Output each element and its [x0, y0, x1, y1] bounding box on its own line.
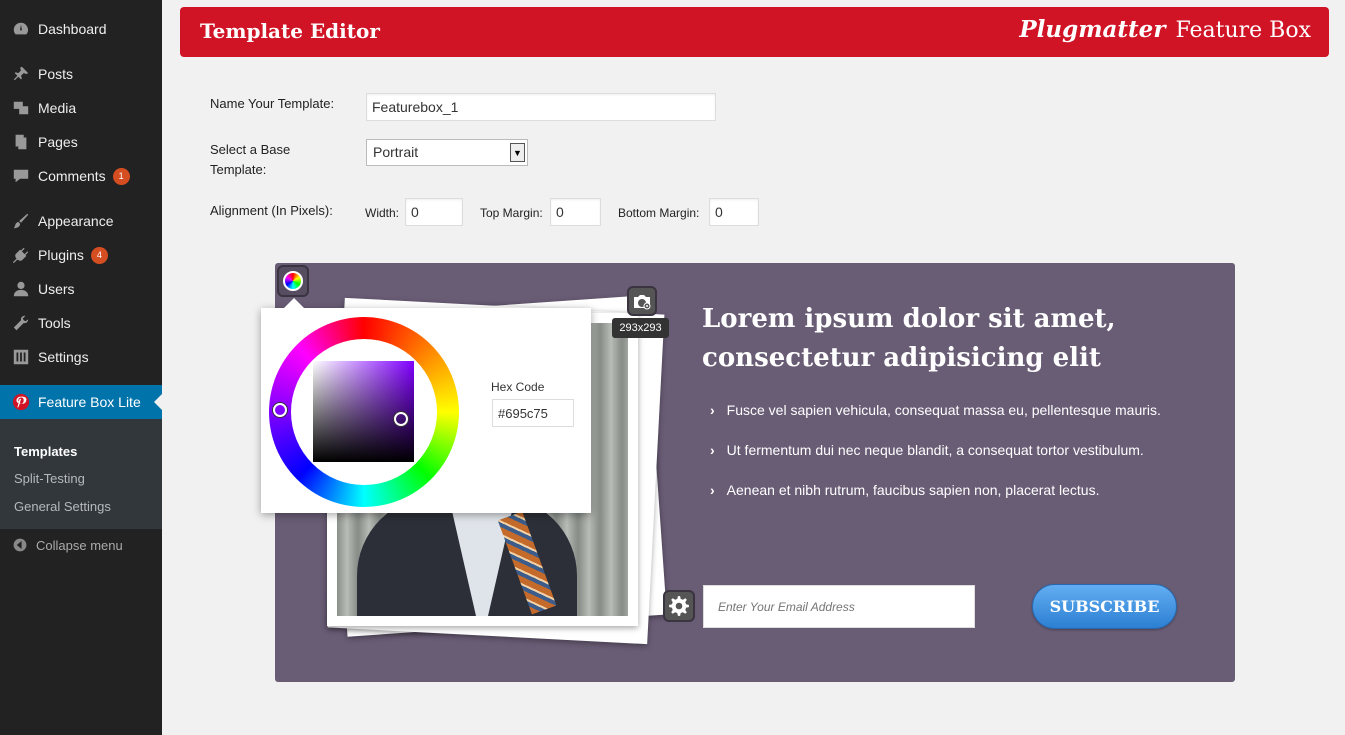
brand-name: Plugmatter: [1019, 16, 1166, 43]
page-title: Template Editor: [200, 19, 380, 43]
sidebar-item-label: Media: [38, 100, 77, 116]
gear-icon: [669, 596, 689, 616]
color-wheel-icon: [283, 271, 303, 291]
pin-icon: [12, 65, 30, 83]
sidebar-item-comments[interactable]: Comments 1: [0, 159, 162, 193]
top-margin-label: Top Margin:: [480, 206, 543, 220]
bullet-text: Aenean et nibh rutrum, faucibus sapien n…: [726, 482, 1100, 498]
bullet-item[interactable]: › Aenean et nibh rutrum, faucibus sapien…: [710, 482, 1099, 498]
sidebar-item-plugins[interactable]: Plugins 4: [0, 238, 162, 272]
sidebar-item-label: Posts: [38, 66, 74, 82]
chevron-right-icon: ›: [710, 442, 715, 458]
current-page-arrow: [154, 394, 162, 410]
email-input[interactable]: [703, 585, 975, 628]
comment-icon: [12, 167, 30, 185]
sidebar-item-label: Feature Box Lite: [38, 394, 141, 410]
submenu-item-general-settings[interactable]: General Settings: [14, 499, 111, 514]
sidebar-item-label: Tools: [38, 315, 71, 331]
sidebar-item-label: Settings: [38, 349, 89, 365]
hue-handle[interactable]: [273, 403, 287, 417]
subscribe-button[interactable]: SUBSCRIBE: [1032, 584, 1177, 629]
sidebar-item-settings[interactable]: Settings: [0, 340, 162, 374]
top-margin-input[interactable]: [550, 198, 601, 226]
admin-sidebar: Dashboard Posts Media Pages Comments 1 A…: [0, 0, 162, 735]
wrench-icon: [12, 314, 30, 332]
submenu-item-templates[interactable]: Templates: [14, 444, 77, 459]
sliders-icon: [12, 348, 30, 366]
camera-icon: [634, 295, 651, 310]
brush-icon: [12, 212, 30, 230]
collapse-menu-label: Collapse menu: [36, 537, 123, 553]
headline-line-2: consectetur adipisicing elit: [702, 343, 1101, 373]
chevron-right-icon: ›: [710, 482, 715, 498]
template-name-label: Name Your Template:: [210, 96, 335, 111]
sidebar-item-pages[interactable]: Pages: [0, 125, 162, 159]
bottom-margin-input[interactable]: [709, 198, 759, 226]
sidebar-item-media[interactable]: Media: [0, 91, 162, 125]
sidebar-item-label: Comments: [38, 168, 106, 184]
comments-count-badge: 1: [112, 167, 130, 185]
plugins-count-badge: 4: [90, 246, 108, 264]
media-icon: [12, 99, 30, 117]
feature-headline[interactable]: Lorem ipsum dolor sit amet, consectetur …: [702, 300, 1202, 378]
width-input[interactable]: [405, 198, 463, 226]
width-label: Width:: [365, 206, 400, 220]
bullet-item[interactable]: › Fusce vel sapien vehicula, consequat m…: [710, 402, 1161, 418]
background-color-button[interactable]: [277, 265, 309, 297]
bottom-margin-label: Bottom Margin:: [618, 206, 700, 220]
brand-product: Feature Box: [1175, 18, 1311, 43]
user-icon: [12, 280, 30, 298]
bullet-item[interactable]: › Ut fermentum dui nec neque blandit, a …: [710, 442, 1144, 458]
sidebar-item-tools[interactable]: Tools: [0, 306, 162, 340]
base-template-label-line2: Template:: [210, 162, 267, 177]
dashboard-icon: [12, 20, 30, 38]
pinterest-icon: [12, 393, 30, 411]
chevron-right-icon: ›: [710, 402, 715, 418]
submenu-item-split-testing[interactable]: Split-Testing: [14, 471, 85, 486]
collapse-menu-button[interactable]: Collapse menu: [12, 537, 123, 553]
sidebar-item-label: Pages: [38, 134, 78, 150]
sidebar-item-appearance[interactable]: Appearance: [0, 204, 162, 238]
hex-code-label: Hex Code: [491, 380, 545, 394]
sidebar-item-label: Plugins: [38, 247, 84, 263]
pages-icon: [12, 133, 30, 151]
collapse-arrow-icon: [13, 538, 27, 552]
template-editor-header: Template Editor Plugmatter Feature Box: [180, 7, 1329, 57]
image-size-tag: 293x293: [612, 318, 669, 338]
sidebar-item-label: Appearance: [38, 213, 114, 229]
feature-box-submenu: Templates Split-Testing General Settings: [0, 419, 162, 529]
template-name-input[interactable]: [366, 93, 716, 121]
bullet-text: Fusce vel sapien vehicula, consequat mas…: [726, 402, 1161, 418]
color-handle[interactable]: [394, 412, 408, 426]
sidebar-item-label: Users: [38, 281, 75, 297]
form-settings-button[interactable]: [663, 590, 695, 622]
alignment-label: Alignment (In Pixels):: [210, 203, 333, 218]
base-template-select[interactable]: Portrait ▼: [366, 139, 528, 166]
plug-icon: [12, 246, 30, 264]
chevron-down-icon[interactable]: ▼: [510, 143, 525, 162]
bullet-text: Ut fermentum dui nec neque blandit, a co…: [726, 442, 1144, 458]
headline-line-1: Lorem ipsum dolor sit amet,: [702, 304, 1116, 334]
sidebar-item-posts[interactable]: Posts: [0, 57, 162, 91]
base-template-selected-value: Portrait: [373, 144, 419, 160]
color-picker-caret: [284, 298, 304, 308]
sidebar-item-label: Dashboard: [38, 21, 107, 37]
brand-logo: Plugmatter Feature Box: [1019, 16, 1311, 43]
hex-code-input[interactable]: [492, 399, 574, 427]
sidebar-item-dashboard[interactable]: Dashboard: [0, 12, 162, 46]
sidebar-item-users[interactable]: Users: [0, 272, 162, 306]
base-template-label-line1: Select a Base: [210, 142, 291, 157]
change-image-button[interactable]: [627, 286, 657, 316]
sidebar-item-feature-box-lite[interactable]: Feature Box Lite: [0, 385, 162, 419]
